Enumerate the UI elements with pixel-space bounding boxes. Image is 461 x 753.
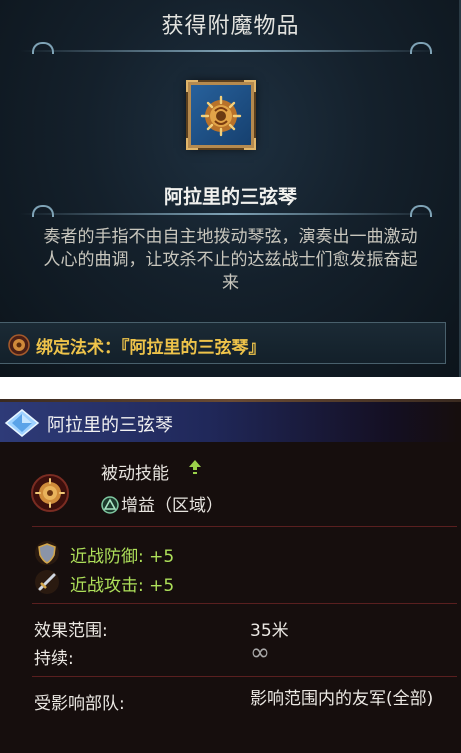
sword-icon xyxy=(35,570,59,594)
affected-units-value: 影响范围内的友军(全部) xyxy=(250,689,434,709)
ornament-curl xyxy=(32,42,54,54)
crystal-icon xyxy=(4,409,40,437)
duration-value: ∞ xyxy=(250,638,270,666)
bound-spell-label: 绑定法术： xyxy=(36,338,121,358)
melee-attack-stat: 近战攻击: +5 xyxy=(70,576,175,596)
ornament-curl xyxy=(32,205,54,217)
middle-ornament-divider xyxy=(20,213,440,215)
ability-tooltip: 阿拉里的三弦琴 被动技能 增益（区域） 近战防御: +5 近战攻击: +5 效果… xyxy=(0,399,461,753)
ability-icon xyxy=(31,474,69,512)
description-line: 人心的曲调，让攻杀不止的达兹战士们愈发振奋起 xyxy=(43,250,418,270)
top-ornament-divider xyxy=(20,50,440,52)
buff-label: 增益（区域） xyxy=(121,496,223,516)
ornament-curl xyxy=(410,205,432,217)
description-line: 来 xyxy=(222,273,239,293)
item-icon-frame[interactable] xyxy=(186,80,256,150)
bound-spell-bar[interactable]: 绑定法术：『阿拉里的三弦琴』 xyxy=(0,322,446,364)
ornament-curl xyxy=(410,42,432,54)
section-divider xyxy=(32,526,457,527)
description-line: 奏者的手指不由自主地拨动琴弦，演奏出一曲激动 xyxy=(43,227,418,247)
buff-type-row: 增益（区域） xyxy=(101,491,223,516)
melee-defense-stat: 近战防御: +5 xyxy=(70,547,175,567)
duration-label: 持续: xyxy=(34,649,74,669)
affected-units-label: 受影响部队: xyxy=(34,694,125,714)
tooltip-header: 阿拉里的三弦琴 xyxy=(0,402,461,442)
bound-spell-link[interactable]: 『阿拉里的三弦琴』 xyxy=(121,338,266,358)
section-divider xyxy=(32,676,457,677)
up-arrow-icon xyxy=(189,460,201,474)
bound-spell-text: 绑定法术：『阿拉里的三弦琴』 xyxy=(36,333,266,358)
tooltip-title: 阿拉里的三弦琴 xyxy=(47,415,173,436)
lyre-icon xyxy=(200,95,242,137)
range-label: 效果范围: xyxy=(34,621,108,641)
item-description: 奏者的手指不由自主地拨动琴弦，演奏出一曲激动 人心的曲调，让攻杀不止的达兹战士们… xyxy=(0,226,461,295)
skill-type: 被动技能 xyxy=(101,464,169,484)
spell-icon xyxy=(8,334,30,356)
buff-icon xyxy=(101,496,119,514)
item-name: 阿拉里的三弦琴 xyxy=(163,186,297,208)
shield-icon xyxy=(35,541,59,565)
section-divider xyxy=(32,603,457,604)
enchanted-item-dialog: 获得附魔物品 阿拉里的三弦琴 奏者的手指不由自主地拨动琴弦，演奏出一曲激动 人心… xyxy=(0,0,461,377)
dialog-title: 获得附魔物品 xyxy=(161,14,300,39)
